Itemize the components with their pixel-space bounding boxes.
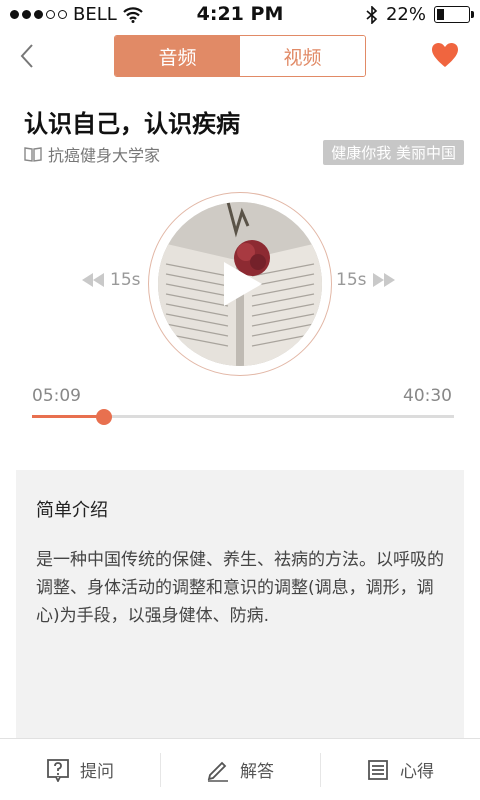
skip-back-label: 15s (110, 270, 141, 290)
total-time: 40:30 (403, 386, 452, 406)
heart-icon[interactable] (430, 40, 460, 70)
answer-button[interactable]: 解答 (160, 739, 320, 800)
slogan-badge: 健康你我 美丽中国 (323, 140, 464, 165)
back-chevron-icon[interactable] (14, 40, 42, 72)
battery-icon (434, 6, 474, 23)
book-icon (24, 147, 42, 162)
skip-forward-button[interactable]: 15s (336, 270, 395, 290)
skip-back-button[interactable]: 15s (82, 270, 141, 290)
status-right: 22% (366, 4, 474, 25)
rewind-icon (82, 273, 104, 287)
progress-track[interactable] (32, 415, 454, 418)
fast-forward-icon (372, 273, 395, 287)
progress-fill (32, 415, 105, 418)
answer-label: 解答 (240, 762, 274, 782)
notes-label: 心得 (400, 762, 434, 782)
status-bar: BELL 4:21 PM 22% (0, 0, 480, 28)
battery-level (437, 9, 444, 20)
bottom-toolbar: 提问 解答 心得 (0, 738, 480, 800)
battery-percent: 22% (385, 4, 426, 25)
ask-button[interactable]: 提问 (0, 739, 160, 800)
page-title: 认识自己，认识疾病 (24, 110, 240, 138)
intro-heading: 简单介绍 (36, 500, 108, 521)
media-type-toggle: 音频 视频 (114, 35, 366, 77)
notes-icon (368, 759, 388, 780)
pencil-icon (207, 761, 228, 782)
source: 抗癌健身大学家 (24, 142, 160, 166)
source-name: 抗癌健身大学家 (48, 146, 161, 165)
ask-label: 提问 (80, 762, 114, 782)
tab-audio[interactable]: 音频 (115, 36, 240, 76)
current-time: 05:09 (32, 386, 81, 406)
audio-player: 15s 15s (0, 188, 480, 378)
bluetooth-icon (366, 5, 378, 24)
skip-forward-label: 15s (336, 270, 367, 290)
tab-video[interactable]: 视频 (240, 36, 365, 76)
progress-thumb[interactable] (96, 409, 113, 425)
intro-card: 简单介绍 是一种中国传统的保健、养生、祛病的方法。以呼吸的调整、身体活动的调整和… (16, 470, 464, 738)
notes-button[interactable]: 心得 (320, 739, 480, 800)
article-meta: 抗癌健身大学家 健康你我 美丽中国 (24, 140, 464, 166)
intro-body: 是一种中国传统的保健、养生、祛病的方法。以呼吸的调整、身体活动的调整和意识的调整… (36, 550, 444, 626)
question-icon (47, 758, 69, 782)
play-icon[interactable] (220, 260, 264, 308)
nav-bar: 音频 视频 (0, 34, 480, 78)
